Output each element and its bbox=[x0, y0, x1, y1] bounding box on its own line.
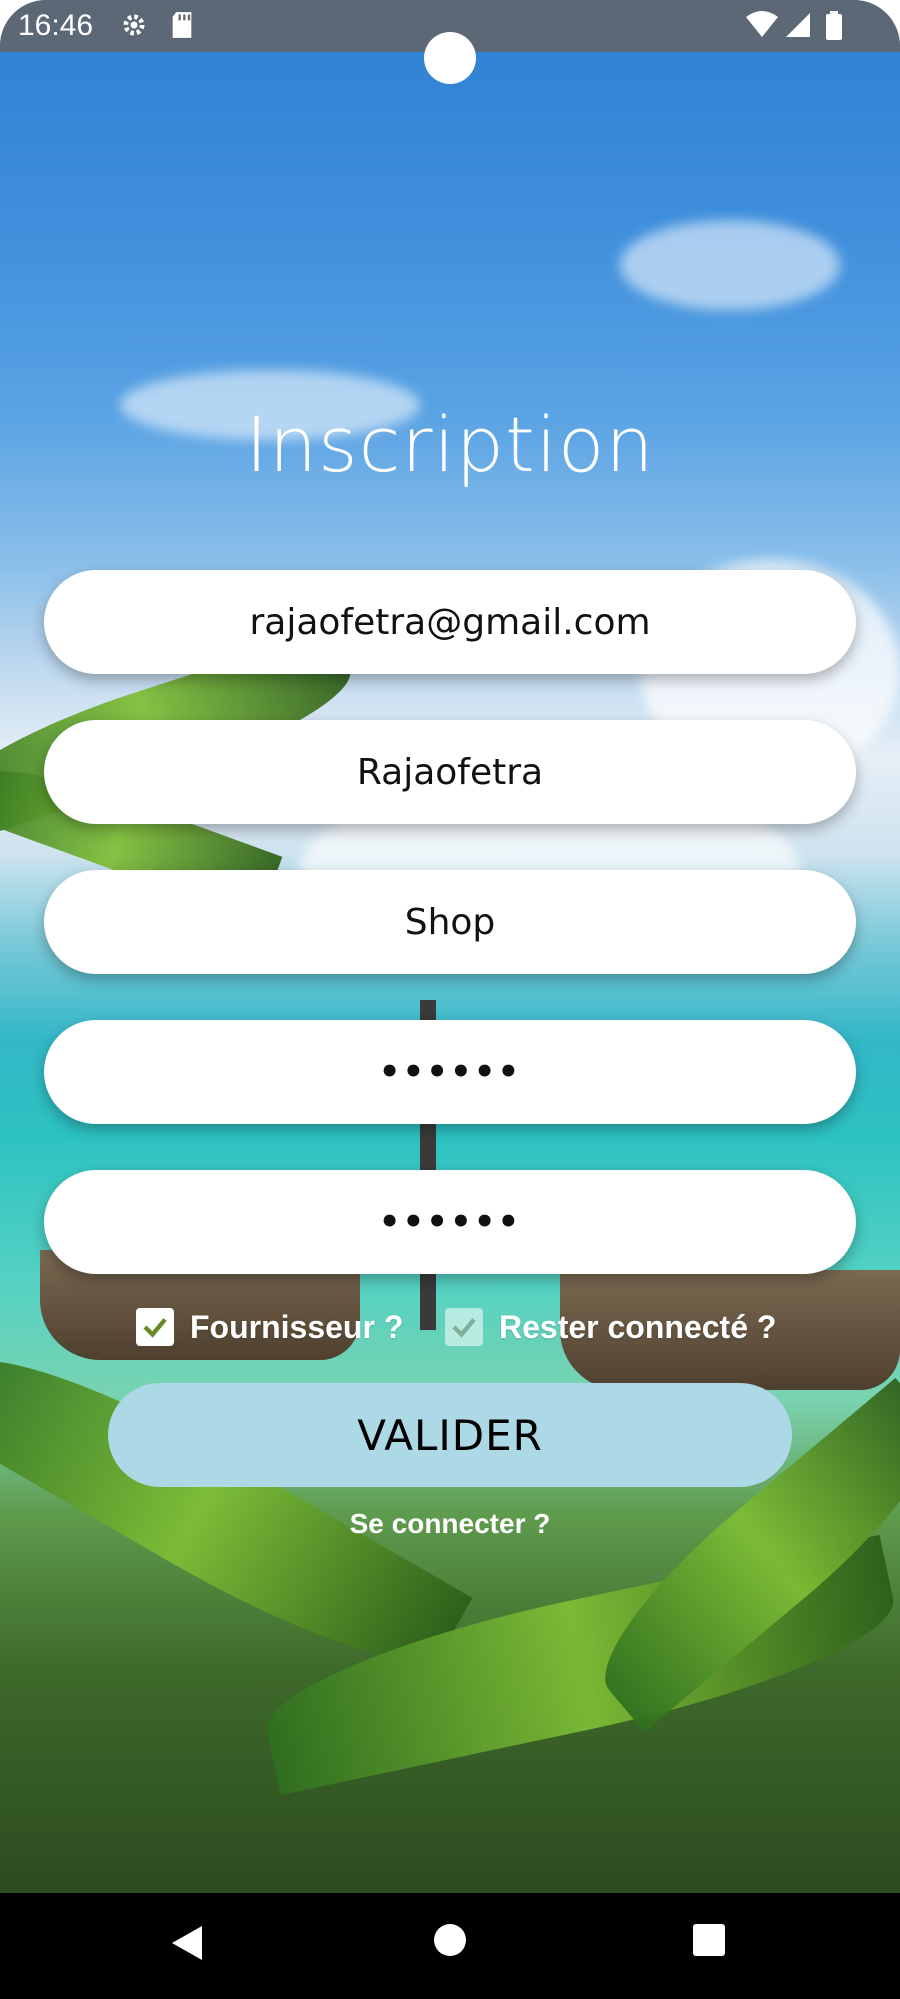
username-field[interactable]: Rajaofetra bbox=[44, 720, 856, 824]
page-title: Inscription bbox=[245, 400, 655, 489]
wifi-icon bbox=[745, 11, 779, 39]
login-link[interactable]: Se connecter ? bbox=[0, 1508, 900, 1540]
navigation-bar bbox=[0, 1893, 900, 1999]
supplier-checkbox[interactable]: Fournisseur ? bbox=[136, 1305, 403, 1349]
home-icon[interactable] bbox=[434, 1924, 466, 1956]
password-field[interactable]: •••••• bbox=[44, 1020, 856, 1124]
signal-icon bbox=[784, 11, 812, 39]
checkbox-checked-icon[interactable] bbox=[136, 1308, 174, 1346]
sd-card-icon bbox=[170, 11, 198, 39]
status-time: 16:46 bbox=[18, 9, 94, 42]
phone-frame: 16:46 Inscription rajaofetra@gmail.com R… bbox=[0, 0, 900, 1999]
gear-icon bbox=[120, 11, 148, 39]
options-row: Fournisseur ? Rester connecté ? bbox=[0, 1305, 900, 1349]
supplier-label: Fournisseur ? bbox=[190, 1308, 404, 1345]
cloud-decoration bbox=[620, 220, 840, 310]
recents-icon[interactable] bbox=[693, 1924, 725, 1956]
shop-name-field[interactable]: Shop bbox=[44, 870, 856, 974]
checkbox-checked-icon[interactable] bbox=[445, 1308, 483, 1346]
stay-connected-checkbox[interactable]: Rester connecté ? bbox=[445, 1305, 776, 1349]
back-icon[interactable] bbox=[170, 1923, 206, 1968]
battery-icon bbox=[824, 11, 844, 40]
submit-button[interactable]: VALIDER bbox=[108, 1383, 792, 1487]
camera-cutout bbox=[424, 32, 476, 84]
stay-connected-label: Rester connecté ? bbox=[499, 1308, 777, 1345]
email-field[interactable]: rajaofetra@gmail.com bbox=[44, 570, 856, 674]
confirm-password-field[interactable]: •••••• bbox=[44, 1170, 856, 1274]
